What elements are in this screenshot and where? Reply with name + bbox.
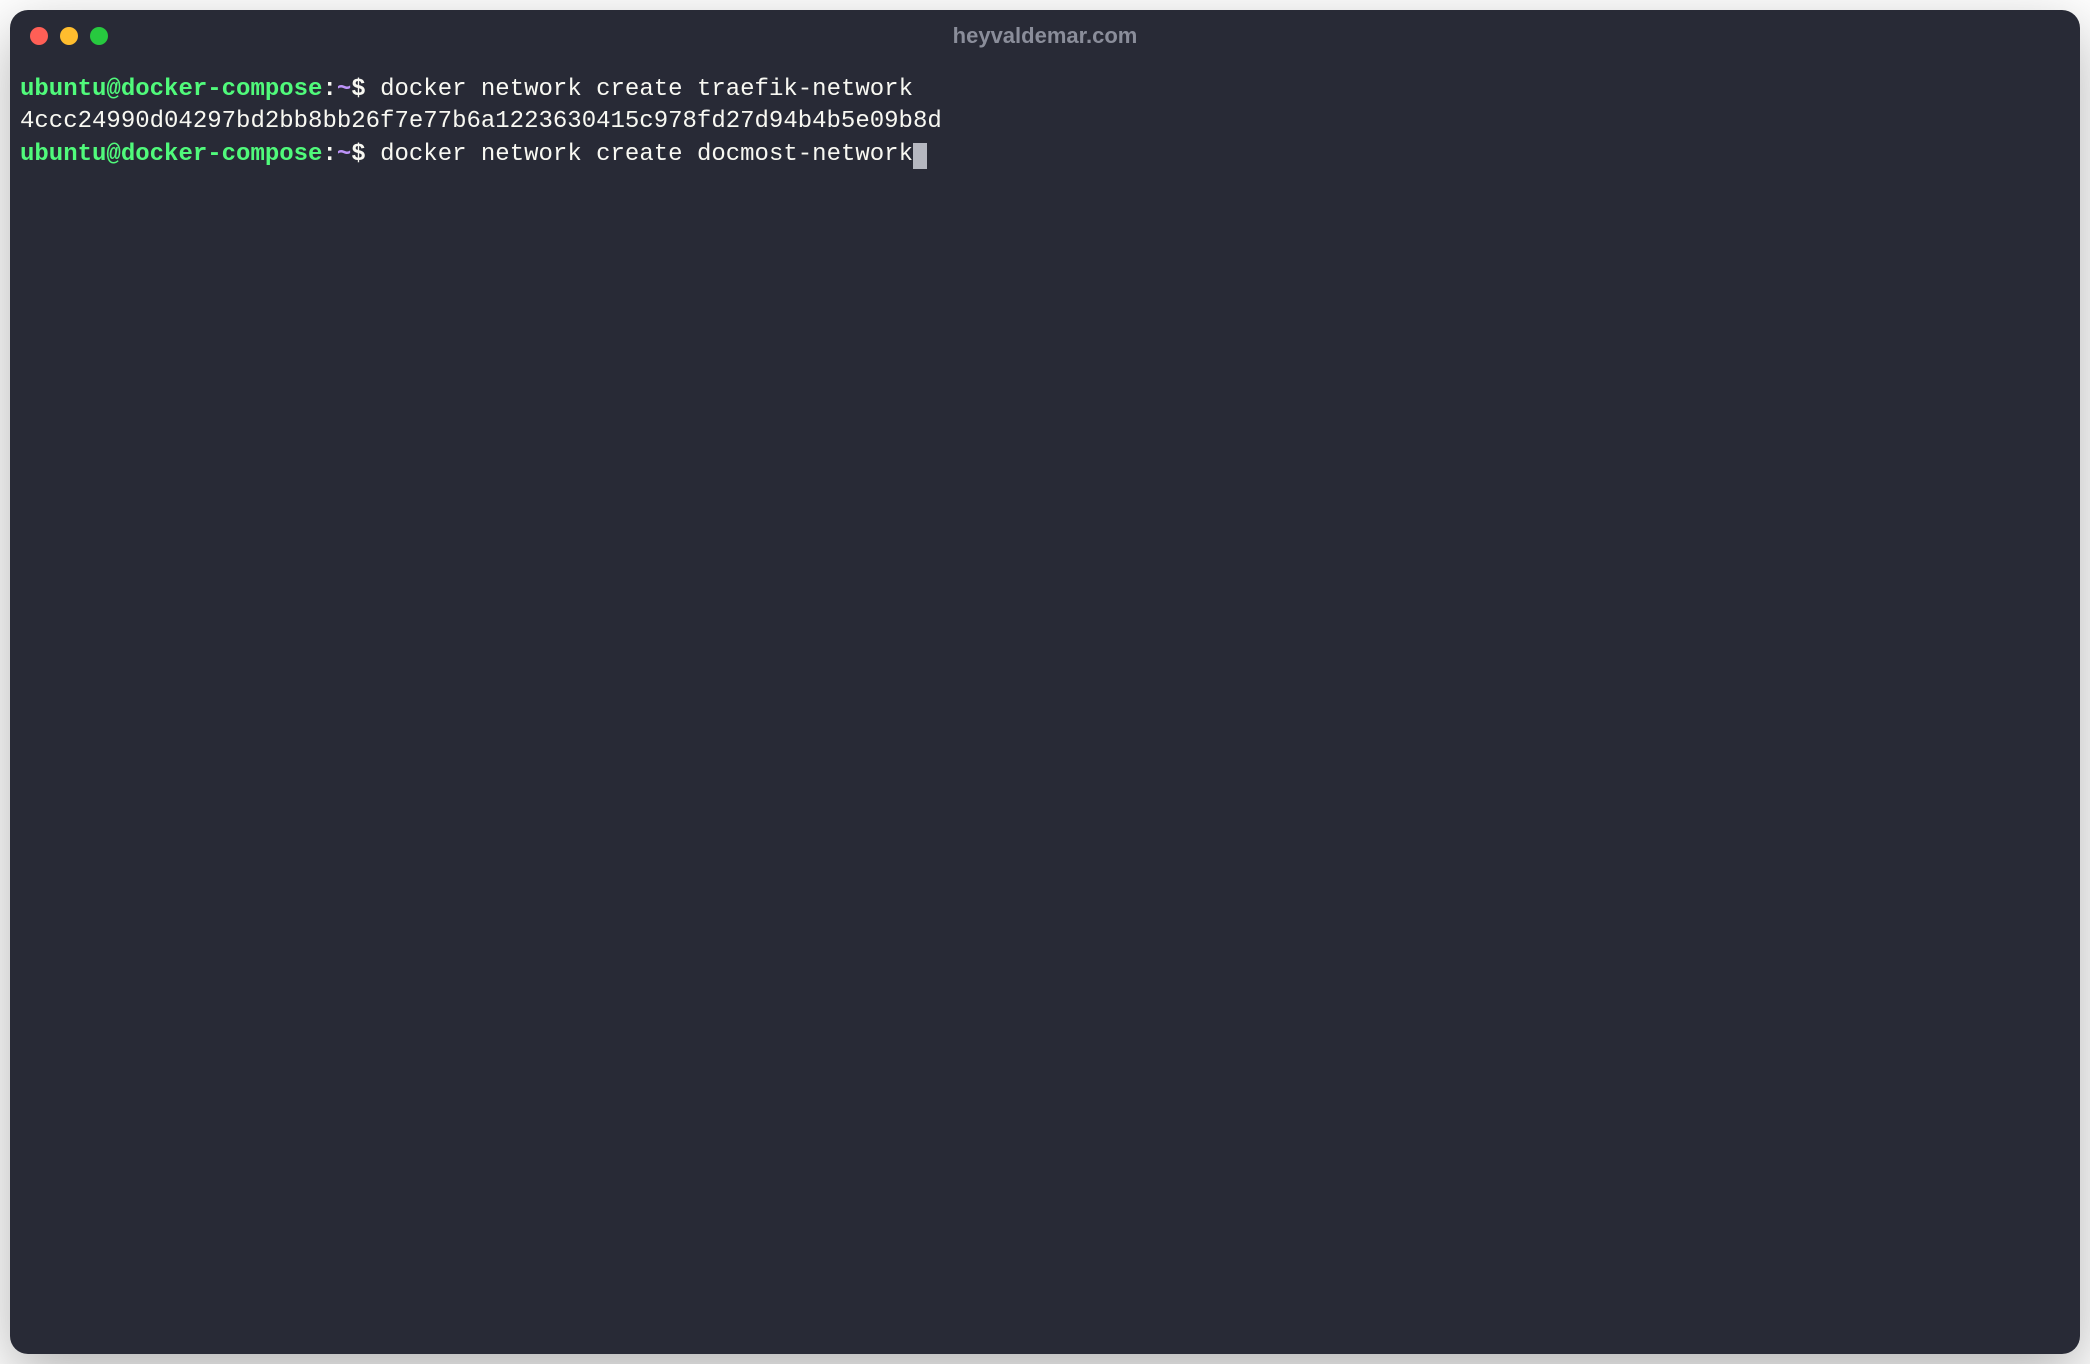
prompt-path: ~ [337, 76, 351, 103]
command-text: docker network create traefik-network [366, 76, 913, 103]
maximize-icon[interactable] [90, 27, 108, 45]
prompt-at: @ [106, 141, 120, 168]
terminal-line: ubuntu@docker-compose:~$ docker network … [20, 139, 2070, 171]
prompt-user: ubuntu [20, 76, 106, 103]
titlebar: heyvaldemar.com [10, 10, 2080, 62]
terminal-line: 4ccc24990d04297bd2bb8bb26f7e77b6a1223630… [20, 106, 2070, 138]
prompt-colon: : [322, 141, 336, 168]
prompt-at: @ [106, 76, 120, 103]
terminal-line: ubuntu@docker-compose:~$ docker network … [20, 74, 2070, 106]
prompt-dollar: $ [351, 76, 365, 103]
window-controls [30, 27, 108, 45]
cursor-icon [913, 143, 927, 169]
prompt-colon: : [322, 76, 336, 103]
command-text: docker network create docmost-network [366, 141, 913, 168]
terminal-body[interactable]: ubuntu@docker-compose:~$ docker network … [10, 62, 2080, 1354]
minimize-icon[interactable] [60, 27, 78, 45]
terminal-window: heyvaldemar.com ubuntu@docker-compose:~$… [10, 10, 2080, 1354]
prompt-path: ~ [337, 141, 351, 168]
prompt-host: docker-compose [121, 76, 323, 103]
prompt-dollar: $ [351, 141, 365, 168]
close-icon[interactable] [30, 27, 48, 45]
prompt-host: docker-compose [121, 141, 323, 168]
prompt-user: ubuntu [20, 141, 106, 168]
output-text: 4ccc24990d04297bd2bb8bb26f7e77b6a1223630… [20, 108, 942, 135]
window-title: heyvaldemar.com [953, 23, 1138, 49]
